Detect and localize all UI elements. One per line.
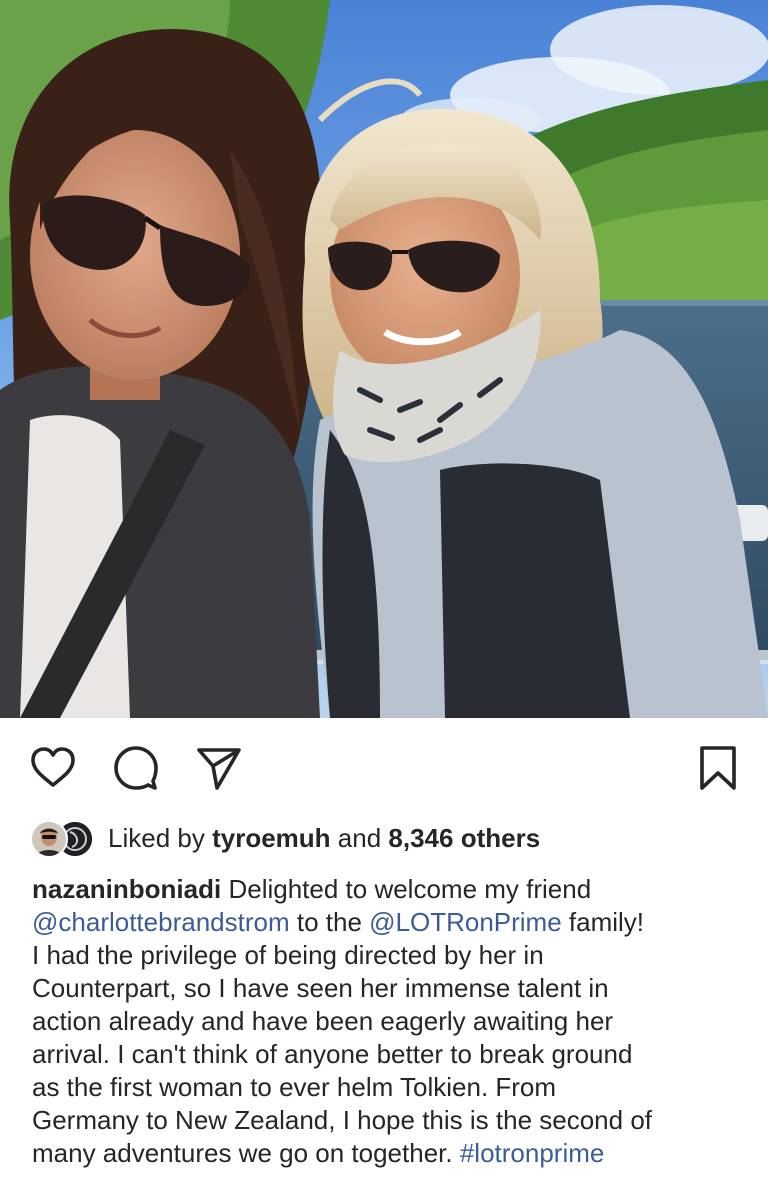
post-caption: nazaninboniadi Delighted to welcome my f…: [32, 873, 738, 1170]
bookmark-icon: [700, 746, 736, 790]
avatar: [30, 820, 68, 858]
likes-summary: Liked by tyroemuh and 8,346 others: [108, 818, 540, 858]
caption-line: many adventures we go on together. #lotr…: [32, 1137, 738, 1170]
like-button[interactable]: [29, 744, 77, 792]
caption-line: action already and have been eagerly awa…: [32, 1006, 614, 1036]
caption-text: many adventures we go on together.: [32, 1138, 460, 1168]
caption-line: @charlottebrandstrom to the @LOTRonPrime…: [32, 906, 738, 939]
caption-line: Germany to New Zealand, I hope this is t…: [32, 1105, 653, 1135]
caption-line: Counterpart, so I have seen her immense …: [32, 973, 609, 1003]
heart-icon: [31, 747, 75, 787]
comment-icon: [114, 746, 158, 790]
paper-plane-icon: [197, 748, 241, 790]
caption-line: arrival. I can't think of anyone better …: [32, 1039, 633, 1069]
share-button[interactable]: [195, 744, 243, 792]
mention-link[interactable]: @LOTRonPrime: [369, 907, 562, 937]
caption-line: nazaninboniadi Delighted to welcome my f…: [32, 873, 738, 906]
caption-text: to the: [289, 907, 370, 937]
likes-count[interactable]: 8,346 others: [388, 823, 540, 853]
caption-line: I had the privilege of being directed by…: [32, 940, 544, 970]
comment-button[interactable]: [112, 744, 160, 792]
selfie-photo: [0, 0, 768, 718]
post-action-bar: [0, 718, 768, 818]
caption-text: Delighted to welcome my friend: [221, 874, 592, 904]
mention-link[interactable]: @charlottebrandstrom: [32, 907, 290, 937]
post-photo[interactable]: [0, 0, 768, 718]
save-button[interactable]: [694, 744, 742, 792]
likes-row[interactable]: Liked by tyroemuh and 8,346 others: [30, 818, 540, 858]
likes-joiner: and: [337, 823, 382, 853]
liker-avatars: [30, 819, 96, 858]
liked-by-username[interactable]: tyroemuh: [212, 823, 330, 853]
caption-line: as the first woman to ever helm Tolkien.…: [32, 1072, 557, 1102]
caption-text: family!: [561, 907, 645, 937]
caption-username[interactable]: nazaninboniadi: [32, 874, 221, 904]
likes-prefix: Liked by: [108, 823, 205, 853]
hashtag-link[interactable]: #lotronprime: [460, 1138, 605, 1168]
